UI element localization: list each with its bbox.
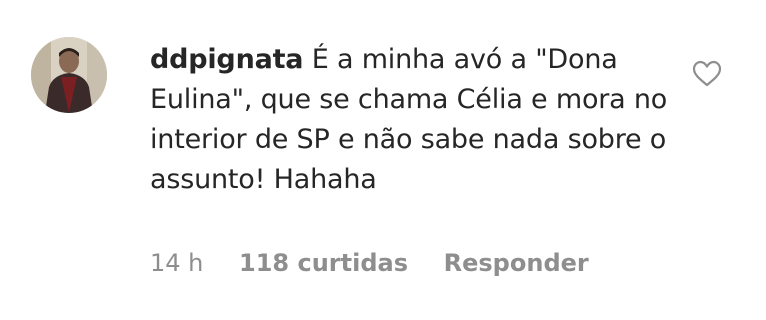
comment-body: ddpignata É a minha avó a "Dona Eulina",… [150, 40, 670, 200]
comment-meta: 14 h 118 curtidas Responder [150, 246, 589, 280]
comment-username[interactable]: ddpignata [150, 44, 304, 75]
heart-outline-icon [692, 60, 722, 87]
comment-item: ddpignata É a minha avó a "Dona Eulina",… [0, 0, 766, 320]
avatar[interactable] [31, 37, 107, 113]
reply-button[interactable]: Responder [444, 246, 589, 280]
comment-time[interactable]: 14 h [150, 246, 203, 280]
comment-likes[interactable]: 118 curtidas [239, 246, 408, 280]
avatar-image [31, 37, 107, 113]
like-button[interactable] [692, 60, 722, 88]
